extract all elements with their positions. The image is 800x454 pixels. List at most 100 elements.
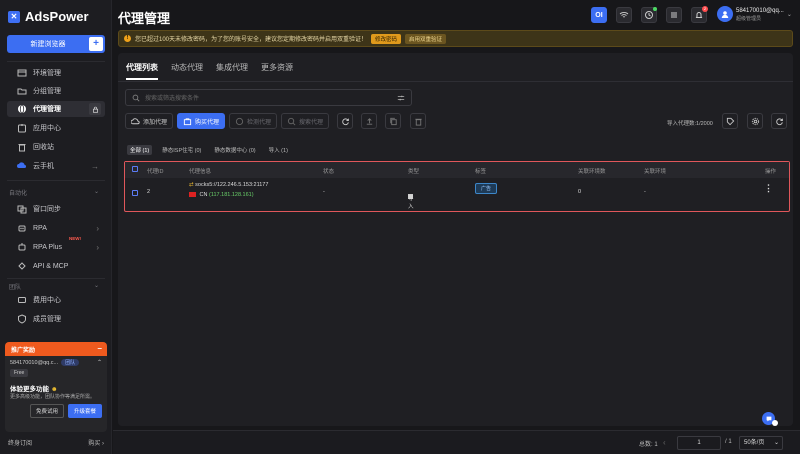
swap-icon: ⇄ — [189, 182, 194, 188]
proxy-address[interactable]: ⇄ socks5://122.246.5.153:21177 — [189, 182, 268, 188]
new-badge: NEW! — [69, 236, 81, 241]
user-menu[interactable]: 584170010@qq... 超级管理员 ⌄ — [717, 6, 792, 22]
export-button[interactable] — [361, 113, 377, 129]
trash-icon — [17, 142, 27, 152]
search-input[interactable]: 搜索或筛选搜索条件 — [125, 89, 412, 106]
sidebar-item-api[interactable]: API & MCP — [7, 258, 105, 274]
add-proxy-label: 添加代理 — [143, 119, 168, 126]
filter-static-isp[interactable]: 静态ISP住宅 (0) — [159, 145, 204, 155]
reload-button[interactable] — [771, 113, 787, 129]
chevron-down-icon[interactable]: ⌄ — [94, 188, 99, 195]
col-id: 代理ID — [147, 169, 164, 175]
smile-icon: ☻ — [50, 386, 58, 393]
upgrade-plan-button[interactable]: 升级套餐 — [67, 404, 102, 418]
bell-icon[interactable]: 2 — [691, 6, 708, 23]
check-icon — [235, 117, 244, 125]
enable-2fa-button[interactable]: 启用双重验证 — [405, 33, 447, 44]
search-proxy-button[interactable]: 搜索代理 — [281, 113, 330, 129]
oi-button[interactable]: OI — [591, 7, 607, 23]
more-actions-icon[interactable]: ⋮ — [764, 183, 773, 194]
col-proxy-info: 代理信息 — [189, 169, 212, 175]
minimize-icon[interactable]: – — [98, 344, 102, 353]
filter-static-dc[interactable]: 静态数据中心 (0) — [211, 145, 258, 155]
page-size-select[interactable]: 50条/页 ⌄ — [739, 436, 783, 450]
delete-button[interactable] — [410, 113, 426, 129]
sidebar-item-window-sync[interactable]: 窗口同步 — [7, 201, 105, 217]
col-type: 类型 — [408, 169, 420, 175]
plus-icon[interactable]: + — [89, 37, 103, 51]
chevron-down-icon: ⌄ — [773, 440, 779, 446]
sidebar-item-label: 应用中心 — [33, 125, 61, 132]
change-password-button[interactable]: 修改密码 — [371, 33, 402, 44]
promo-header-label: 推广奖励 — [11, 347, 36, 354]
puzzle-icon — [17, 123, 27, 133]
tab-proxy-list[interactable]: 代理列表 — [126, 62, 158, 80]
purchase-link[interactable]: 购买 › — [88, 438, 104, 447]
page-input[interactable]: 1 — [677, 436, 721, 450]
gear-icon — [751, 117, 759, 125]
purchase-label: 购买 — [88, 441, 101, 447]
sidebar-item-rpa-plus[interactable]: RPA Plus NEW! › — [7, 236, 105, 255]
prev-page-icon[interactable]: ‹ — [663, 438, 666, 447]
sidebar-footer: 终身订阅 购买 › — [8, 438, 104, 447]
settings-button[interactable] — [747, 113, 763, 129]
avatar — [717, 6, 733, 22]
tab-more-resources[interactable]: 更多资源 — [261, 62, 293, 80]
online-dot — [653, 7, 657, 11]
sidebar-item-groups[interactable]: 分组管理 — [7, 83, 105, 99]
sidebar-item-billing[interactable]: 费用中心 — [7, 292, 105, 308]
sync-icon — [17, 204, 27, 214]
refresh-clock-icon[interactable] — [641, 7, 657, 23]
promo-account: 584170010@qq.c... 团队 ⌃ — [5, 356, 107, 366]
refresh-button[interactable] — [337, 113, 353, 129]
user-role: 超级管理员 — [736, 15, 762, 22]
buy-proxy-button[interactable]: 购买代理 — [177, 113, 226, 129]
new-browser-button[interactable]: 新建浏览器 + — [7, 35, 105, 53]
import-count: 导入代理数:1/2000 — [667, 121, 713, 127]
row-checkbox[interactable] — [132, 190, 138, 196]
add-proxy-button[interactable]: 添加代理 — [125, 113, 174, 129]
promo-card: 推广奖励 – 584170010@qq.c... 团队 ⌃ Free 体验更多功… — [5, 342, 107, 432]
tab-dynamic-proxy[interactable]: 动态代理 — [171, 62, 203, 80]
sidebar-item-label: 分组管理 — [33, 88, 61, 95]
robot-plus-icon — [17, 242, 27, 252]
section-title-automation: 自动化 — [9, 191, 28, 197]
tab-integrated-proxy[interactable]: 集成代理 — [216, 62, 248, 80]
filter-icon[interactable] — [397, 94, 405, 102]
chevron-down-icon[interactable]: ⌄ — [94, 282, 99, 289]
sidebar-item-members[interactable]: 成员管理 — [7, 311, 105, 327]
filter-all[interactable]: 全部 (1) — [127, 145, 153, 155]
sidebar-item-trash[interactable]: 回收站 — [7, 139, 105, 155]
upload-icon — [366, 117, 372, 125]
expand-icon[interactable]: ⌃ — [97, 359, 102, 366]
sidebar-item-env[interactable]: 环境管理 — [7, 65, 105, 81]
china-flag-icon — [189, 192, 196, 198]
filter-imported[interactable]: 导入 (1) — [266, 145, 291, 155]
exit-ip: (117.181.128.161) — [209, 192, 254, 198]
api-icon — [17, 261, 27, 271]
sidebar-item-apps[interactable]: 应用中心 — [7, 120, 105, 136]
sidebar-item-proxy[interactable]: 代理管理 — [7, 101, 105, 117]
table-row[interactable]: 2 ⇄ socks5://122.246.5.153:21177 CN (117… — [125, 178, 789, 211]
notice-text: 您已超过100天未修改密码，为了您的账号安全，建议您定期修改密码并启用双重验证！ — [135, 37, 368, 43]
refresh-icon — [775, 118, 783, 125]
promo-buttons: 免费试用 升级套餐 — [5, 402, 107, 420]
tag-badge[interactable]: 广告 — [475, 183, 498, 194]
select-all-checkbox[interactable] — [132, 166, 138, 172]
filter-chips: 全部 (1) 静态ISP住宅 (0) 静态数据中心 (0) 导入 (1) — [127, 145, 291, 155]
col-tags: 标签 — [475, 169, 487, 175]
sidebar-item-cloud-phone[interactable]: 云手机 → — [7, 158, 105, 174]
col-actions: 操作 — [765, 169, 777, 175]
plan-badge: Free — [10, 369, 29, 377]
copy-button[interactable] — [385, 113, 401, 129]
tag-button[interactable] — [722, 113, 738, 129]
list-icon[interactable] — [666, 7, 682, 23]
lock-icon[interactable] — [89, 103, 101, 115]
free-trial-button[interactable]: 免费试用 — [29, 404, 64, 418]
new-browser-label: 新建浏览器 — [30, 41, 66, 48]
check-proxy-button[interactable]: 检测代理 — [229, 113, 278, 129]
sidebar-item-rpa[interactable]: RPA › — [7, 220, 105, 236]
wifi-icon[interactable] — [616, 7, 632, 23]
pagination: 总数: 1 ‹ 1 / 1 50条/页 ⌄ — [113, 430, 800, 454]
tab-divider — [118, 81, 793, 82]
